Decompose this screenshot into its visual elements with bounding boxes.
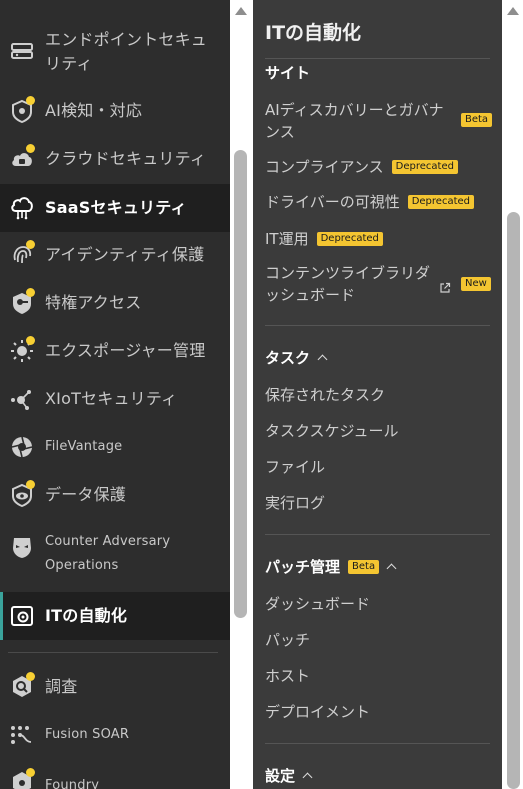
nav-label: ITの自動化 <box>45 606 128 625</box>
nav-item-privileged-access[interactable]: 特権アクセス <box>0 282 230 324</box>
link-ai-discovery[interactable]: AIディスカバリーとガバナンス Beta <box>265 99 493 143</box>
link-compliance[interactable]: コンプライアンス Deprecated <box>265 156 458 178</box>
investigate-icon <box>9 672 35 700</box>
deprecated-badge: Deprecated <box>407 195 474 209</box>
panel-title: ITの自動化 <box>265 22 362 44</box>
notification-dot <box>26 96 35 105</box>
key-shield-icon <box>9 288 35 316</box>
nav-label: エンドポイントセキュリティ <box>45 30 208 73</box>
new-badge: New <box>461 277 491 291</box>
nav-item-endpoint-security[interactable]: エンドポイントセキュリティ <box>0 24 230 78</box>
link-it-operations[interactable]: IT運用 Deprecated <box>265 228 383 250</box>
nav-item-investigate[interactable]: 調査 <box>0 666 230 708</box>
adversary-mask-icon <box>9 534 35 560</box>
nav-item-data-protection[interactable]: データ保護 <box>0 474 230 516</box>
chevron-up-icon <box>318 353 327 362</box>
right-scrollbar-thumb[interactable] <box>507 212 520 789</box>
notification-dot <box>26 288 35 297</box>
cloud-lock-icon <box>9 144 35 172</box>
nav-label: エクスポージャー管理 <box>45 341 206 360</box>
nav-item-exposure-management[interactable]: エクスポージャー管理 <box>0 330 230 372</box>
external-link-icon <box>439 278 451 300</box>
nav-label: AI検知・対応 <box>45 101 143 120</box>
link-hosts[interactable]: ホスト <box>265 665 310 687</box>
fingerprint-icon <box>9 240 35 268</box>
deprecated-badge: Deprecated <box>391 160 458 174</box>
divider <box>265 743 490 744</box>
nav-label: Counter Adversary Operations <box>45 534 171 573</box>
divider <box>265 534 490 535</box>
nav-item-filevantage[interactable]: FileVantage <box>0 426 230 468</box>
saas-cloud-icon <box>9 195 35 221</box>
link-patch-dashboard[interactable]: ダッシュボード <box>265 593 370 615</box>
foundry-icon <box>9 768 35 789</box>
link-content-library-dashboard[interactable]: コンテンツライブラリダッシュボード New <box>265 262 491 306</box>
beta-badge: Beta <box>348 559 380 574</box>
nav-label: 特権アクセス <box>45 293 142 312</box>
xiot-node-icon <box>9 386 35 412</box>
link-driver-visibility[interactable]: ドライバーの可視性 Deprecated <box>265 191 474 213</box>
notification-dot <box>26 240 35 249</box>
nav-item-it-automation[interactable]: ITの自動化 <box>0 592 230 640</box>
link-execution-log[interactable]: 実行ログ <box>265 492 325 514</box>
deprecated-badge: Deprecated <box>316 232 383 246</box>
nav-item-fusion-soar[interactable]: Fusion SOAR <box>0 714 230 756</box>
notification-dot <box>26 672 35 681</box>
soar-flow-icon <box>9 722 35 748</box>
left-scrollbar-thumb[interactable] <box>234 150 247 618</box>
nav-item-counter-adversary[interactable]: Counter Adversary Operations <box>0 528 230 584</box>
scroll-up-arrow-icon[interactable] <box>507 7 519 15</box>
divider <box>265 58 490 59</box>
section-title-patch-management[interactable]: パッチ管理 Beta <box>265 556 396 577</box>
nav-label: 調査 <box>45 677 78 696</box>
nav-label: クラウドセキュリティ <box>45 149 207 168</box>
nav-item-saas-security[interactable]: SaaSセキュリティ <box>0 184 230 232</box>
nav-label: アイデンティティ保護 <box>45 245 205 264</box>
filevantage-shutter-icon <box>9 434 35 460</box>
nav-item-xiot-security[interactable]: XIoTセキュリティ <box>0 378 230 420</box>
nav-label: FileVantage <box>45 439 123 454</box>
nav-item-identity-protection[interactable]: アイデンティティ保護 <box>0 234 230 276</box>
data-eye-icon <box>9 480 35 508</box>
scroll-up-arrow-icon[interactable] <box>235 7 247 15</box>
chevron-up-icon <box>303 771 312 780</box>
nav-label: SaaSセキュリティ <box>45 198 187 217</box>
it-automation-icon <box>9 603 35 629</box>
ai-detection-icon <box>9 96 35 124</box>
nav-label: データ保護 <box>45 485 127 504</box>
it-automation-submenu: ITの自動化 サイト AIディスカバリーとガバナンス Beta コンプライアンス… <box>253 0 502 789</box>
link-patches[interactable]: パッチ <box>265 629 310 651</box>
endpoint-icon <box>9 38 35 64</box>
section-title-site: サイト <box>265 64 311 82</box>
notification-dot <box>26 336 35 345</box>
divider <box>265 325 490 326</box>
link-saved-tasks[interactable]: 保存されたタスク <box>265 384 385 406</box>
exposure-sun-icon <box>9 336 35 364</box>
link-files[interactable]: ファイル <box>265 456 325 478</box>
nav-item-foundry[interactable]: Foundry <box>0 762 230 789</box>
notification-dot <box>26 768 35 777</box>
nav-divider <box>8 652 218 653</box>
link-deployments[interactable]: デプロイメント <box>265 701 370 723</box>
section-title-tasks[interactable]: タスク <box>265 347 327 368</box>
chevron-up-icon <box>387 562 396 571</box>
nav-label: XIoTセキュリティ <box>45 389 178 408</box>
notification-dot <box>26 480 35 489</box>
left-navigation: エンドポイントセキュリティ AI検知・対応 クラウドセキュリティ SaaSセキュ… <box>0 0 230 789</box>
notification-dot <box>26 144 35 153</box>
nav-label: Foundry <box>45 778 100 789</box>
beta-badge: Beta <box>461 113 493 127</box>
section-title-settings[interactable]: 設定 <box>265 765 312 786</box>
nav-label: Fusion SOAR <box>45 727 130 742</box>
nav-item-cloud-security[interactable]: クラウドセキュリティ <box>0 138 230 180</box>
nav-item-ai-detection[interactable]: AI検知・対応 <box>0 90 230 132</box>
link-task-schedule[interactable]: タスクスケジュール <box>265 420 399 442</box>
